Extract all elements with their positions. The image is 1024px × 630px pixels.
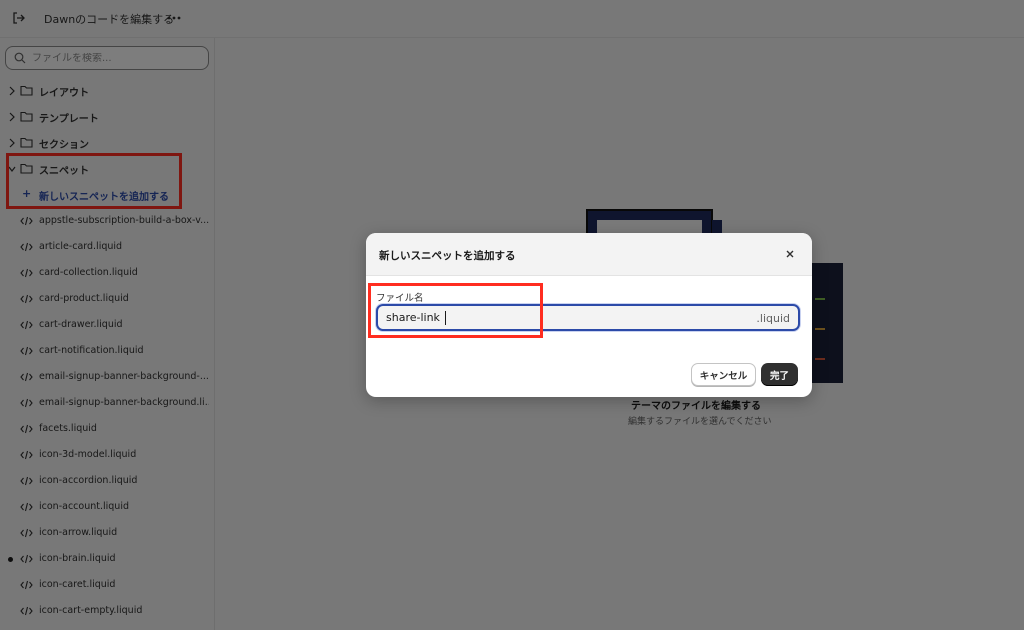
cancel-button[interactable]: キャンセル (691, 363, 756, 386)
modal-title: 新しいスニペットを追加する (379, 250, 516, 262)
highlight-box-file-name (368, 283, 543, 338)
close-icon[interactable] (785, 249, 795, 259)
file-extension-suffix: .liquid (756, 312, 790, 325)
done-button[interactable]: 完了 (761, 363, 798, 386)
modal-header: 新しいスニペットを追加する (366, 233, 812, 276)
